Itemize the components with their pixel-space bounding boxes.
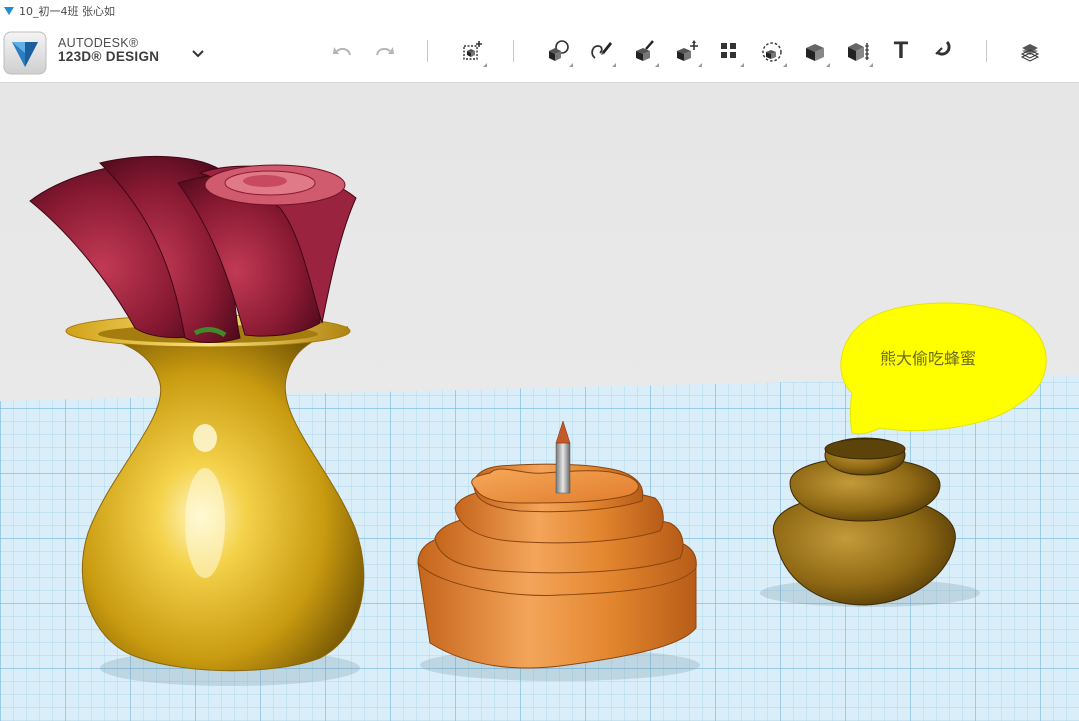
text-icon: T [893,37,909,64]
group-button[interactable] [755,34,789,68]
combine-button[interactable] [798,34,832,68]
construct-icon [636,40,654,61]
brand-line-2: 123D® DESIGN [58,49,160,65]
modify-icon [677,40,698,61]
group-icon [762,42,782,62]
undo-icon [333,47,351,56]
pattern-icon [721,43,736,58]
primitives-button[interactable] [541,34,575,68]
pattern-button[interactable] [712,34,746,68]
3d-viewport[interactable]: 熊大偷吃蜂蜜 [0,83,1079,721]
material-icon [1020,44,1040,62]
material-button[interactable] [1013,34,1047,68]
redo-icon [376,47,394,56]
measure-icon [848,43,869,61]
snap-icon [935,40,951,56]
toolbar-separator [427,40,428,62]
primitives-icon [549,40,569,61]
toolbar-separator [986,40,987,62]
redo-button[interactable] [367,34,401,68]
window-title: 10_初一4班 张心如 [19,5,115,18]
modify-button[interactable] [670,34,704,68]
sketch-icon [591,42,612,59]
undo-button[interactable] [326,34,360,68]
brand-name: AUTODESK® 123D® DESIGN [58,36,160,65]
scene-canvas[interactable] [0,83,1079,721]
transform-button[interactable] [455,34,489,68]
sketch-button[interactable] [584,34,618,68]
toolbar-separator [513,40,514,62]
app-logo-icon[interactable] [3,31,47,75]
construct-button[interactable] [627,34,661,68]
main-menu-chevron-icon[interactable] [189,45,207,61]
transform-icon [463,41,482,60]
combine-icon [806,44,824,61]
snap-button[interactable] [927,34,961,68]
speech-bubble-text: 熊大偷吃蜂蜜 [879,349,976,368]
app-logo-small-icon [4,7,14,15]
main-toolbar: AUTODESK® 123D® DESIGN T [0,22,1079,83]
text-button[interactable]: T [884,34,918,68]
measure-button[interactable] [841,34,875,68]
window-titlebar: 10_初一4班 张心如 [0,0,1079,22]
